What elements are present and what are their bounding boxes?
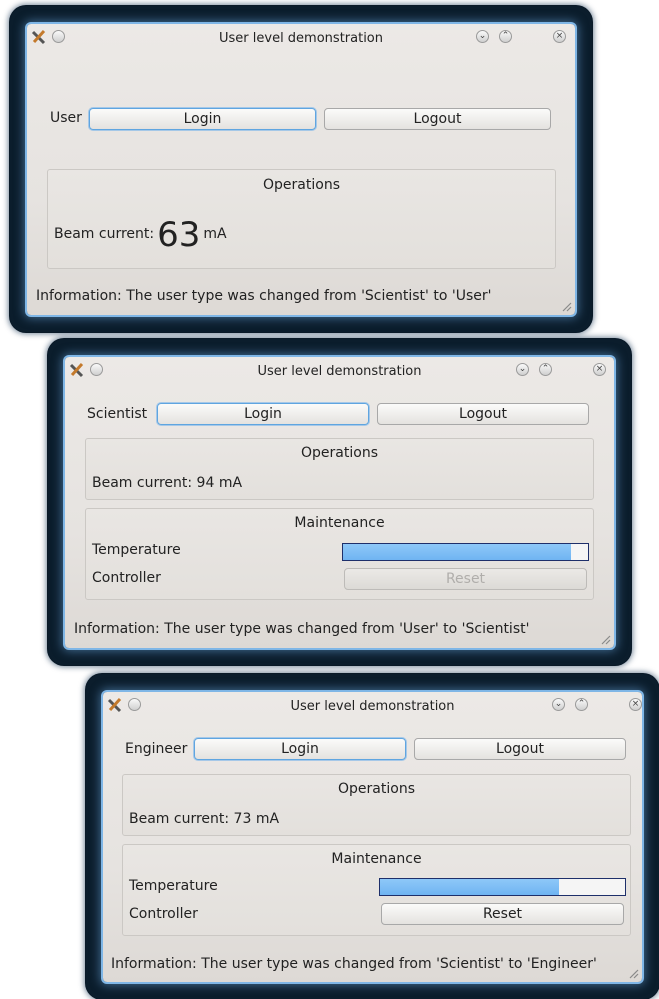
- close-icon[interactable]: ×: [593, 363, 606, 376]
- minimize-icon[interactable]: ⌄: [476, 30, 489, 43]
- login-button[interactable]: Login: [157, 403, 369, 425]
- window-user: User level demonstration ⌄ ⌃ × User Logi…: [10, 6, 592, 332]
- user-type-label: User: [50, 110, 82, 126]
- window-engineer: User level demonstration ⌄ ⌃ × Engineer …: [86, 674, 659, 999]
- logout-button[interactable]: Logout: [377, 403, 589, 425]
- titlebar[interactable]: User level demonstration ⌄ ⌃ ×: [103, 692, 642, 718]
- login-button[interactable]: Login: [194, 738, 406, 760]
- window-client: User level demonstration ⌄ ⌃ × Engineer …: [103, 692, 642, 982]
- close-icon[interactable]: ×: [629, 698, 642, 711]
- beam-current-readout: Beam current:63 mA: [54, 218, 227, 252]
- maintenance-title: Maintenance: [331, 851, 422, 867]
- maximize-icon[interactable]: ⌃: [539, 363, 552, 376]
- user-type-label: Engineer: [125, 741, 188, 757]
- login-button[interactable]: Login: [89, 108, 316, 130]
- operations-group: Operations Beam current: 94 mA: [85, 438, 594, 500]
- user-type-label: Scientist: [87, 406, 148, 422]
- maintenance-group: Maintenance Temperature Controller Reset: [122, 844, 631, 936]
- logout-button[interactable]: Logout: [324, 108, 551, 130]
- temperature-bar-fill: [380, 879, 559, 895]
- beam-current-unit: mA: [203, 226, 227, 242]
- temperature-bar-fill: [343, 544, 571, 560]
- operations-group: Operations Beam current:63 mA: [47, 169, 556, 269]
- info-message: Information: The user type was changed f…: [36, 288, 492, 304]
- maintenance-title: Maintenance: [294, 515, 385, 531]
- reset-button[interactable]: Reset: [344, 568, 587, 590]
- window-client: User level demonstration ⌄ ⌃ × User Logi…: [27, 24, 575, 315]
- operations-title: Operations: [301, 445, 378, 461]
- temperature-label: Temperature: [129, 878, 218, 894]
- beam-current-readout: Beam current: 94 mA: [92, 475, 243, 491]
- beam-current-value: 63: [157, 215, 201, 255]
- operations-title: Operations: [263, 177, 340, 193]
- titlebar[interactable]: User level demonstration ⌄ ⌃ ×: [65, 357, 614, 383]
- controller-label: Controller: [92, 570, 161, 586]
- info-message: Information: The user type was changed f…: [111, 956, 597, 972]
- titlebar[interactable]: User level demonstration ⌄ ⌃ ×: [27, 24, 575, 50]
- maximize-icon[interactable]: ⌃: [575, 698, 588, 711]
- info-message: Information: The user type was changed f…: [74, 621, 530, 637]
- temperature-bar: [342, 543, 589, 561]
- maintenance-group: Maintenance Temperature Controller Reset: [85, 508, 594, 600]
- resize-grip-icon[interactable]: [560, 300, 572, 312]
- temperature-label: Temperature: [92, 542, 181, 558]
- window-scientist: User level demonstration ⌄ ⌃ × Scientist…: [48, 339, 631, 665]
- minimize-icon[interactable]: ⌄: [552, 698, 565, 711]
- temperature-bar: [379, 878, 626, 896]
- window-title: User level demonstration: [257, 364, 422, 379]
- window-client: User level demonstration ⌄ ⌃ × Scientist…: [65, 357, 614, 648]
- logout-button[interactable]: Logout: [414, 738, 626, 760]
- close-icon[interactable]: ×: [553, 30, 566, 43]
- reset-button[interactable]: Reset: [381, 903, 624, 925]
- window-title: User level demonstration: [219, 31, 383, 46]
- minimize-icon[interactable]: ⌄: [516, 363, 529, 376]
- operations-title: Operations: [338, 781, 415, 797]
- beam-current-readout: Beam current: 73 mA: [129, 811, 280, 827]
- resize-grip-icon[interactable]: [627, 967, 639, 979]
- resize-grip-icon[interactable]: [599, 633, 611, 645]
- maximize-icon[interactable]: ⌃: [499, 30, 512, 43]
- operations-group: Operations Beam current: 73 mA: [122, 774, 631, 836]
- beam-current-label: Beam current:: [54, 226, 155, 242]
- controller-label: Controller: [129, 906, 198, 922]
